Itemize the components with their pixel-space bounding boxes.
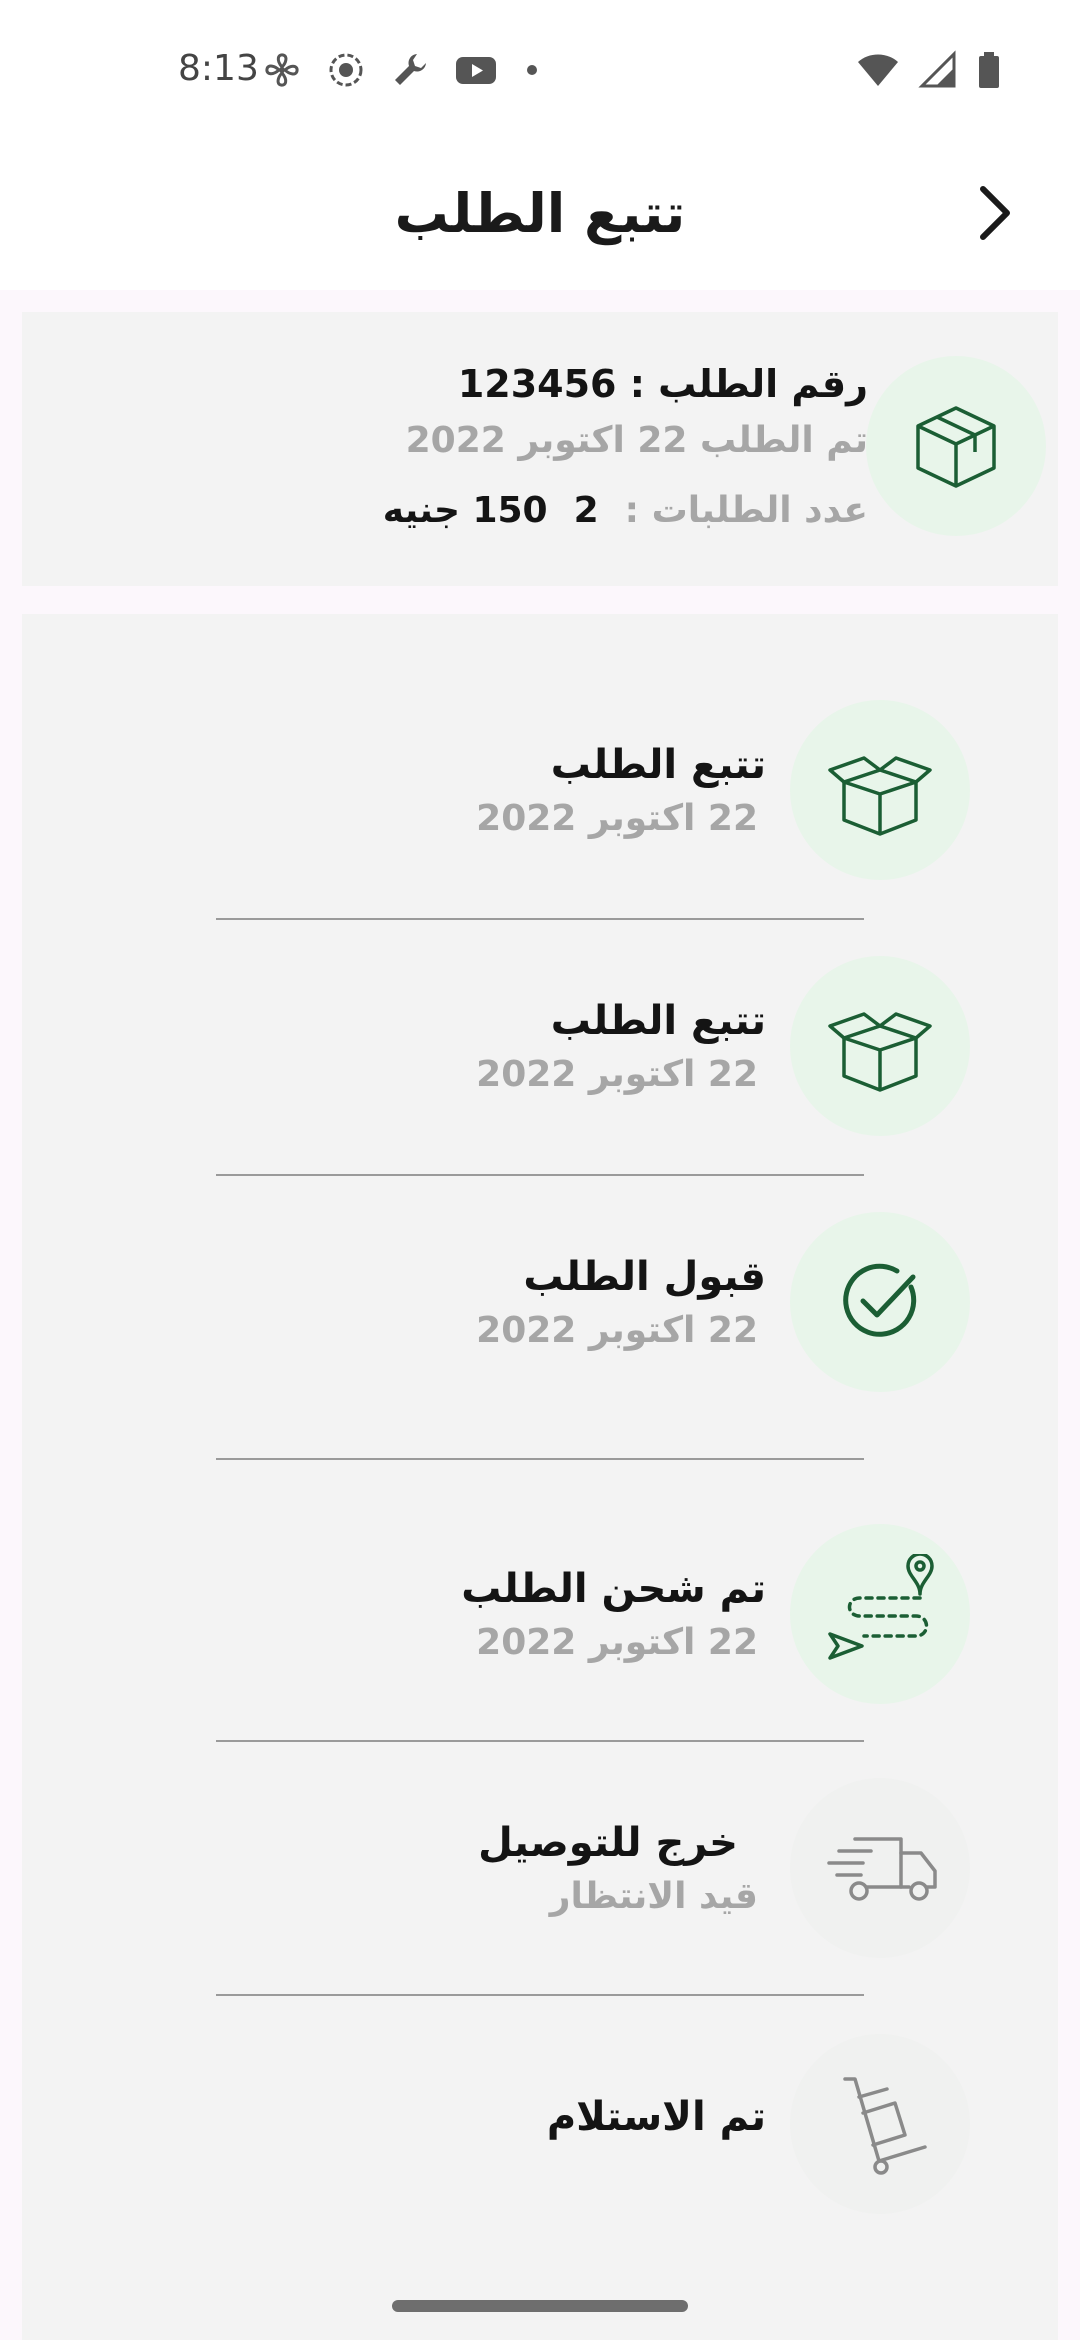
- timeline-divider: [216, 1740, 864, 1742]
- step-icon-circle: [790, 1212, 970, 1392]
- step-title: قبول الطلب: [523, 1254, 766, 1300]
- step-title: تم الاستلام: [546, 2094, 766, 2140]
- step-icon-circle: [790, 2034, 970, 2214]
- status-bar: 8:13: [0, 0, 1080, 140]
- page-title: تتبع الطلب: [394, 182, 686, 245]
- record-icon: [329, 53, 363, 87]
- step-icon-circle: [790, 1778, 970, 1958]
- delivery-truck-icon: [827, 1837, 937, 1901]
- timeline-divider: [216, 918, 864, 920]
- timeline-step: تم شحن الطلب 22 اكتوبر 2022: [22, 1524, 1058, 1714]
- timeline-divider: [216, 1174, 864, 1176]
- fan-icon: [265, 53, 299, 87]
- battery-icon: [979, 52, 999, 88]
- step-title: تتبع الطلب: [550, 742, 766, 788]
- home-indicator[interactable]: [392, 2300, 688, 2312]
- package-icon: [916, 406, 996, 488]
- wrench-icon: [395, 54, 426, 85]
- order-count-value: 2: [573, 490, 599, 531]
- step-icon-circle: [790, 956, 970, 1136]
- status-time: 8:13: [178, 48, 259, 89]
- order-summary-card: رقم الطلب : 123456 تم الطلب 22 اكتوبر 20…: [22, 312, 1058, 586]
- order-count-row: عدد الطلبات : 2 150 جنيه: [383, 490, 868, 531]
- timeline-step: تتبع الطلب 22 اكتوبر 2022: [22, 956, 1058, 1146]
- check-circle-icon: [843, 1263, 917, 1337]
- timeline-step: تم الاستلام: [22, 2034, 1058, 2224]
- step-title: تتبع الطلب: [550, 998, 766, 1044]
- status-icons-right: [856, 50, 1002, 90]
- status-icons-left: [262, 50, 542, 90]
- timeline-divider: [216, 1994, 864, 1996]
- dot-icon: [527, 65, 537, 75]
- step-date: قيد الانتظار: [549, 1876, 758, 1917]
- signal-icon: [918, 50, 956, 88]
- route-icon: [828, 1554, 934, 1660]
- youtube-icon: [456, 57, 496, 84]
- order-date: تم الطلب 22 اكتوبر 2022: [405, 420, 868, 461]
- timeline-step: قبول الطلب 22 اكتوبر 2022: [22, 1212, 1058, 1402]
- step-date: 22 اكتوبر 2022: [476, 1054, 758, 1095]
- timeline-divider: [216, 1458, 864, 1460]
- hand-truck-icon: [843, 2077, 927, 2175]
- tracking-timeline: تتبع الطلب 22 اكتوبر 2022 تتبع الطلب 22 …: [22, 614, 1058, 2340]
- order-count-label: عدد الطلبات :: [624, 490, 868, 531]
- order-number: رقم الطلب : 123456: [457, 362, 868, 406]
- step-date: 22 اكتوبر 2022: [476, 1310, 758, 1351]
- app-bar: تتبع الطلب: [0, 140, 1080, 290]
- step-icon-circle: [790, 1524, 970, 1704]
- step-icon-circle: [790, 700, 970, 880]
- wifi-icon: [858, 54, 898, 86]
- timeline-step: خرج للتوصيل قيد الانتظار: [22, 1778, 1058, 1968]
- step-title: خرج للتوصيل: [478, 1820, 738, 1866]
- step-date: 22 اكتوبر 2022: [476, 1622, 758, 1663]
- open-box-icon: [828, 756, 932, 836]
- timeline-step: تتبع الطلب 22 اكتوبر 2022: [22, 700, 1058, 890]
- order-total: 150 جنيه: [382, 490, 548, 531]
- order-icon-circle: [866, 356, 1046, 536]
- step-title: تم شحن الطلب: [461, 1566, 766, 1612]
- step-date: 22 اكتوبر 2022: [476, 798, 758, 839]
- open-box-icon: [828, 1012, 932, 1092]
